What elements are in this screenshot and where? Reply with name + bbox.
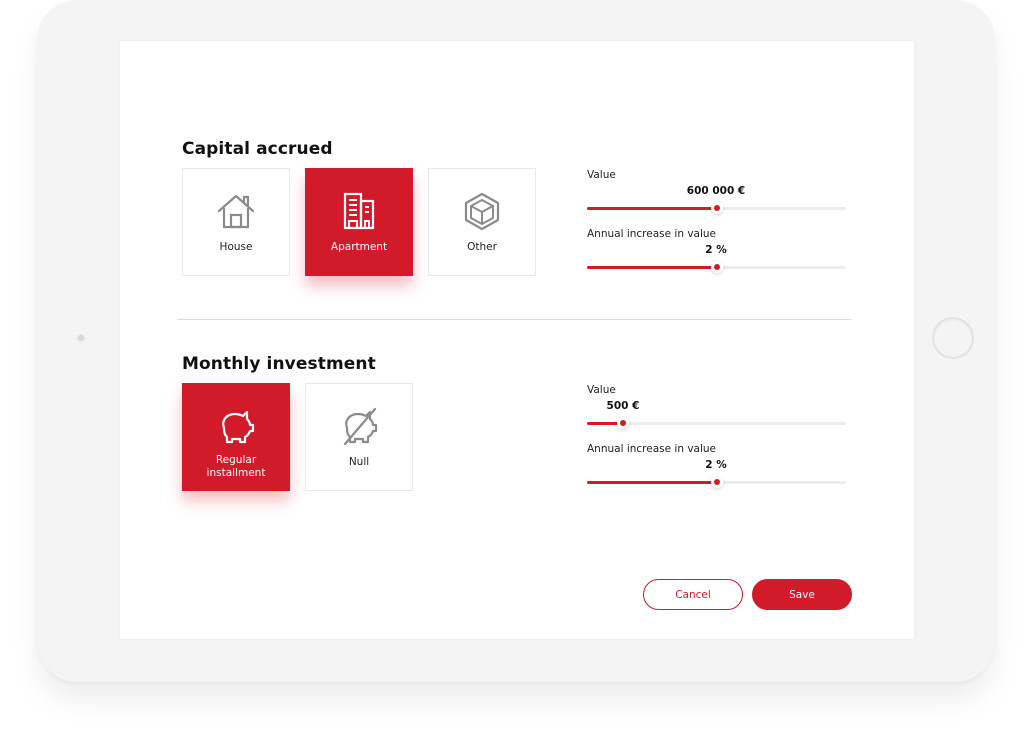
- cancel-button[interactable]: Cancel: [643, 579, 743, 610]
- slider-fill: [587, 481, 717, 484]
- section-divider: [177, 319, 852, 320]
- slider-label-monthly-increase: Annual increase in value: [587, 443, 717, 455]
- option-apartment[interactable]: Apartment: [305, 168, 413, 276]
- slider-thumb[interactable]: [710, 261, 723, 273]
- slider-value-capital-value: 600 000 €: [686, 185, 746, 197]
- option-null[interactable]: Null: [305, 383, 413, 491]
- screen: Capital accrued House Apartment Other Va…: [120, 41, 914, 639]
- apartment-building-icon: [343, 192, 375, 230]
- section-title-capital: Capital accrued: [182, 139, 333, 159]
- option-label: Regular installment: [206, 454, 266, 479]
- slider-value-capital-increase: 2 %: [705, 244, 727, 256]
- camera-dot: [78, 335, 84, 341]
- piggy-bank-icon: [222, 410, 255, 444]
- slider-fill: [587, 207, 717, 210]
- house-icon: [217, 194, 255, 229]
- slider-label-capital-value: Value: [587, 169, 616, 181]
- slider-thumb[interactable]: [710, 476, 723, 488]
- home-button[interactable]: [932, 317, 974, 359]
- slider-label-capital-increase: Annual increase in value: [587, 228, 717, 240]
- option-label: Null: [348, 456, 370, 468]
- option-label: Apartment: [330, 241, 388, 253]
- slider-thumb[interactable]: [617, 417, 630, 429]
- option-house[interactable]: House: [182, 168, 290, 276]
- slider-fill: [587, 266, 717, 269]
- section-title-monthly: Monthly investment: [182, 354, 376, 374]
- option-regular-installment[interactable]: Regular installment: [182, 383, 290, 491]
- piggy-bank-crossed-icon: [343, 407, 378, 446]
- option-label: House: [219, 241, 253, 253]
- slider-label-monthly-value: Value: [587, 384, 616, 396]
- cube-icon: [464, 192, 500, 231]
- monthly-increase-slider[interactable]: [587, 476, 846, 488]
- option-label: Other: [467, 241, 497, 253]
- save-button[interactable]: Save: [752, 579, 852, 610]
- capital-value-slider[interactable]: [587, 202, 846, 214]
- option-other[interactable]: Other: [428, 168, 536, 276]
- capital-increase-slider[interactable]: [587, 261, 846, 273]
- slider-value-monthly-increase: 2 %: [705, 459, 727, 471]
- slider-value-monthly-value: 500 €: [606, 400, 640, 412]
- monthly-value-slider[interactable]: [587, 417, 846, 429]
- slider-thumb[interactable]: [710, 202, 723, 214]
